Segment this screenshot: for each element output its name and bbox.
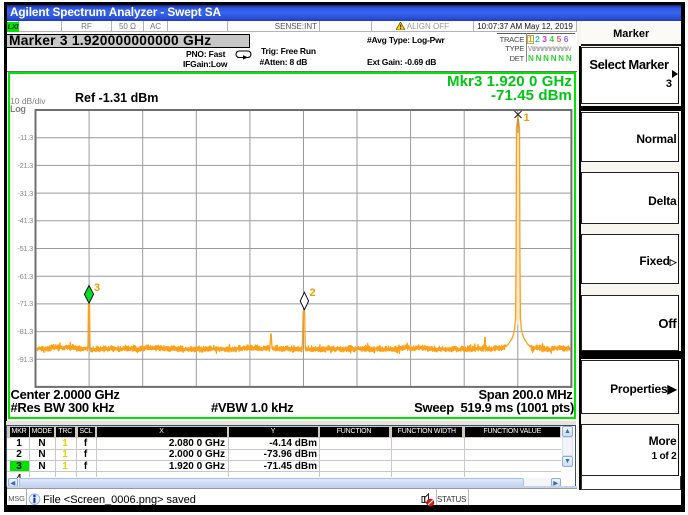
svg-text:2: 2 [310, 287, 316, 299]
svg-text:3: 3 [94, 282, 100, 294]
svg-text:1: 1 [524, 112, 530, 124]
